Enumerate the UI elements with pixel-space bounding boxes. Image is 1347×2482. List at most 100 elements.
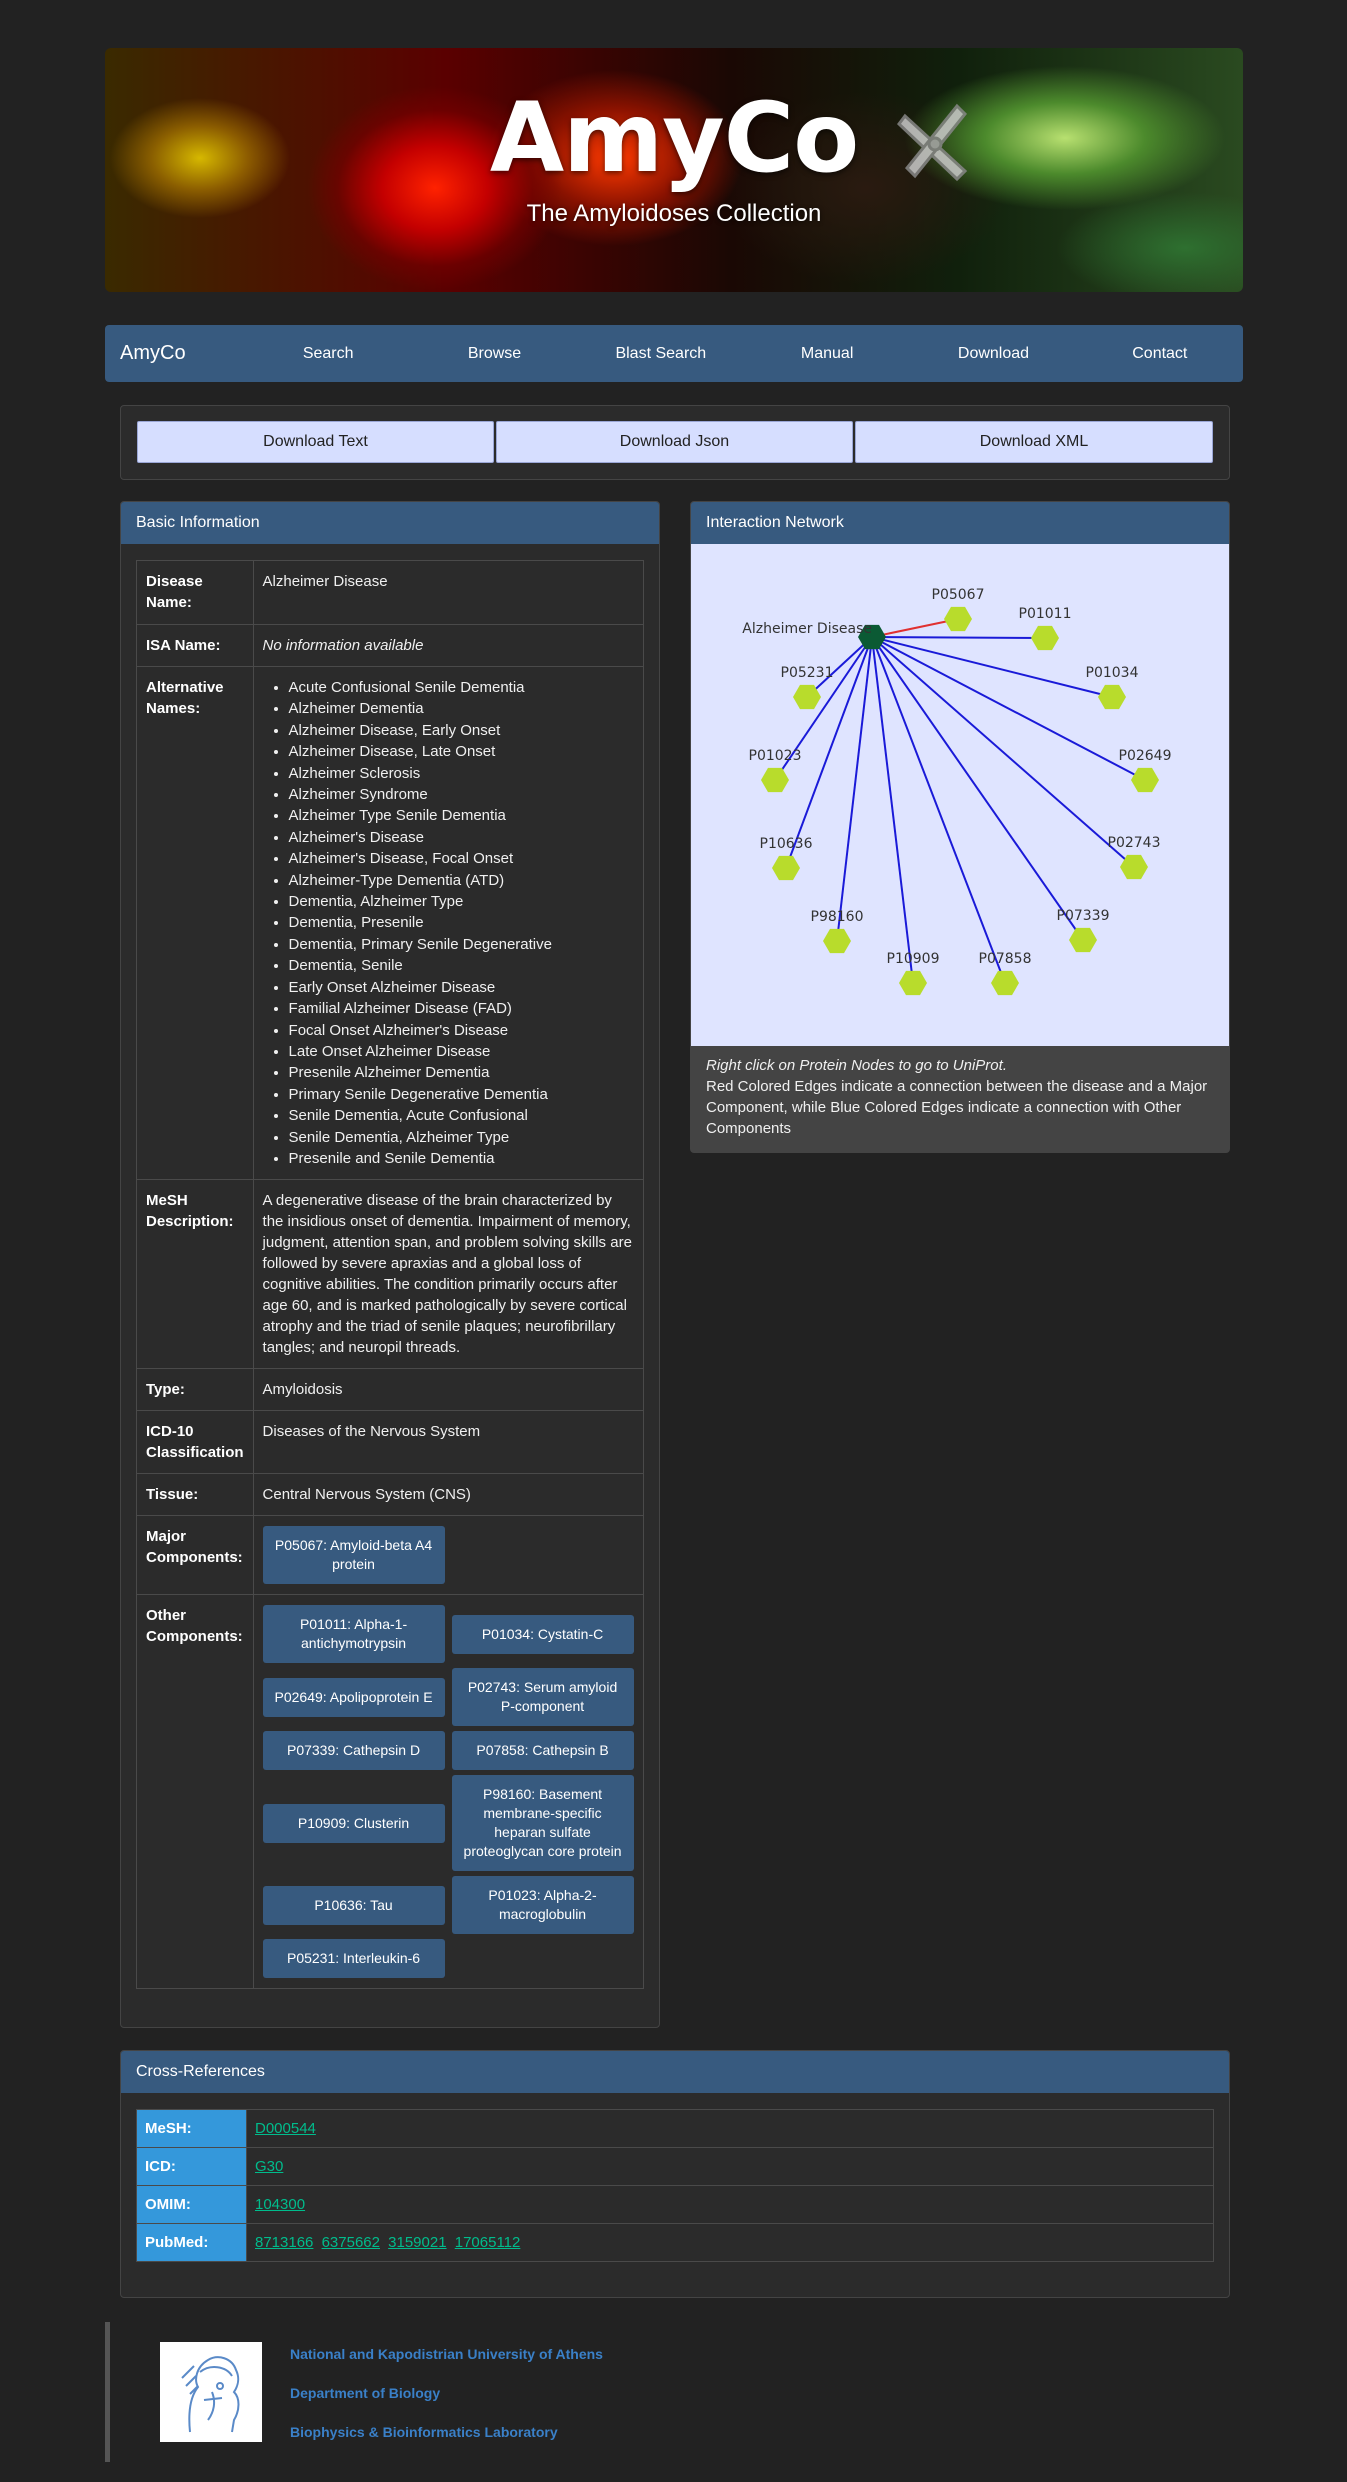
alternative-name-item: Alzheimer Type Senile Dementia [289,805,634,826]
icd10-label: ICD-10 Classification [136,1410,254,1475]
network-caption-text: Red Colored Edges indicate a connection … [706,1078,1208,1137]
xref-pubmed-link[interactable]: 3159021 [388,2234,446,2251]
footer-university-link[interactable]: National and Kapodistrian University of … [290,2346,603,2362]
download-text-button[interactable]: Download Text [137,421,494,463]
xref-icd-value: G30 [246,2147,1214,2186]
mesh-description-value: A degenerative disease of the brain char… [252,1179,645,1370]
alternative-name-item: Alzheimer Sclerosis [289,763,634,784]
xref-omim-link[interactable]: 104300 [255,2196,305,2213]
xref-omim-label: OMIM: [136,2185,247,2224]
download-panel: Download Text Download Json Download XML [120,405,1230,480]
xref-omim-value: 104300 [246,2185,1214,2224]
alternative-name-item: Alzheimer Disease, Early Onset [289,720,634,741]
component-button-p02743[interactable]: P02743: Serum amyloid P-component [451,1668,634,1727]
athena-logo-icon [181,2356,240,2433]
alternative-name-item: Senile Dementia, Acute Confusional [289,1105,634,1126]
protein-node[interactable] [991,970,1019,996]
network-canvas[interactable]: P05067 P01011 P01034 P02649 P02743 P07339 P078… [691,544,1229,1046]
mesh-description-label: MeSH Description: [136,1179,254,1370]
component-button-p01034[interactable]: P01034: Cystatin-C [451,1614,634,1654]
navbar-brand[interactable]: AmyCo [105,342,245,365]
protein-node[interactable] [1098,684,1126,710]
xref-mesh-label: MeSH: [136,2109,247,2148]
alternative-name-item: Alzheimer Disease, Late Onset [289,741,634,762]
footer-department-link[interactable]: Department of Biology [290,2385,440,2401]
download-json-button[interactable]: Download Json [496,421,853,463]
type-label: Type: [136,1368,254,1412]
protein-node[interactable] [823,928,851,954]
protein-node[interactable] [899,970,927,996]
alternative-names-value: Acute Confusional Senile DementiaAlzheim… [252,665,645,1181]
disease-name-label: Disease Name: [136,560,254,625]
other-edge [871,636,1046,639]
icd10-value: Diseases of the Nervous System [252,1410,645,1475]
alternative-name-item: Presenile Alzheimer Dementia [289,1062,634,1083]
protein-node[interactable] [1069,927,1097,953]
isa-name-label: ISA Name: [136,624,254,667]
tissue-label: Tissue: [136,1473,254,1517]
other-components-value: P01011: Alpha-1-antichymotrypsin P01034:… [252,1594,645,1990]
alternative-name-item: Familial Alzheimer Disease (FAD) [289,998,634,1019]
nav-search[interactable]: Search [245,345,411,363]
alternative-name-item: Alzheimer's Disease, Focal Onset [289,848,634,869]
component-button-p10636[interactable]: P10636: Tau [262,1885,445,1925]
protein-node[interactable] [1031,625,1059,651]
protein-node-label: P01023 [749,748,802,764]
component-button-p07858[interactable]: P07858: Cathepsin B [451,1731,634,1771]
major-component-button[interactable]: P05067: Amyloid-beta A4 protein [262,1526,445,1585]
xref-icd-link[interactable]: G30 [255,2158,283,2175]
component-button-p01023[interactable]: P01023: Alpha-2-macroglobulin [451,1876,634,1935]
banner: AmyCo The Amyloidoses Collection [105,48,1243,292]
xref-pubmed-link[interactable]: 8713166 [255,2234,313,2251]
interaction-network-header: Interaction Network [691,502,1229,544]
protein-node-label: P01011 [1019,606,1072,622]
protein-node-label: P10909 [887,951,940,967]
cross-references-table: MeSH: D000544 ICD: G30 OMIM: 104300 PubM… [136,2109,1214,2262]
cross-references-header: Cross-References [121,2051,1229,2093]
alternative-name-item: Late Onset Alzheimer Disease [289,1041,634,1062]
protein-node[interactable] [944,606,972,632]
component-button-p01011[interactable]: P01011: Alpha-1-antichymotrypsin [262,1605,445,1664]
component-button-p05231[interactable]: P05231: Interleukin-6 [262,1939,445,1979]
nav-blast-search[interactable]: Blast Search [578,345,744,363]
navbar: AmyCo Search Browse Blast Search Manual … [105,325,1243,382]
footer-lab-link[interactable]: Biophysics & Bioinformatics Laboratory [290,2424,558,2440]
protein-node[interactable] [772,855,800,881]
component-button-p10909[interactable]: P10909: Clusterin [262,1803,445,1843]
alternative-name-item: Presenile and Senile Dementia [289,1148,634,1169]
alternative-name-item: Focal Onset Alzheimer's Disease [289,1020,634,1041]
nav-download[interactable]: Download [910,345,1076,363]
protein-node-label: P10636 [760,836,813,852]
download-xml-button[interactable]: Download XML [855,421,1213,463]
alternative-name-item: Alzheimer-Type Dementia (ATD) [289,870,634,891]
xref-mesh-link[interactable]: D000544 [255,2120,316,2137]
protein-node-label: P02743 [1108,835,1161,851]
xref-pubmed-link[interactable]: 17065112 [455,2234,521,2251]
basic-info-header: Basic Information [121,502,659,544]
protein-node-label: P07858 [979,951,1032,967]
alternative-names-label: Alternative Names: [136,665,254,1181]
protein-node-label: P07339 [1057,908,1110,924]
component-button-p98160[interactable]: P98160: Basement membrane-specific hepar… [451,1775,634,1872]
protein-node-label: P05067 [932,587,985,603]
protein-node[interactable] [1131,767,1159,793]
xref-pubmed-link[interactable]: 6375662 [322,2234,380,2251]
alternative-name-item: Alzheimer Syndrome [289,784,634,805]
component-button-p07339[interactable]: P07339: Cathepsin D [262,1731,445,1771]
component-button-p02649[interactable]: P02649: Apolipoprotein E [262,1677,445,1717]
banner-title: AmyCo [489,82,859,194]
protein-node-label: P05231 [781,665,834,681]
nav-browse[interactable]: Browse [411,345,577,363]
tissue-value: Central Nervous System (CNS) [252,1473,645,1517]
protein-node-label: P98160 [811,909,864,925]
nav-contact[interactable]: Contact [1077,345,1243,363]
protein-node[interactable] [761,767,789,793]
banner-subtitle: The Amyloidoses Collection [526,200,822,227]
alternative-name-item: Dementia, Presenile [289,912,634,933]
protein-node-label: P01034 [1086,665,1139,681]
nav-manual[interactable]: Manual [744,345,910,363]
network-caption-hint: Right click on Protein Nodes to go to Un… [706,1057,1007,1074]
network-graph[interactable]: P05067 P01011 P01034 P02649 P02743 P07339 P078… [691,544,1229,1046]
network-caption: Right click on Protein Nodes to go to Un… [706,1055,1216,1139]
other-edge [871,636,1146,781]
